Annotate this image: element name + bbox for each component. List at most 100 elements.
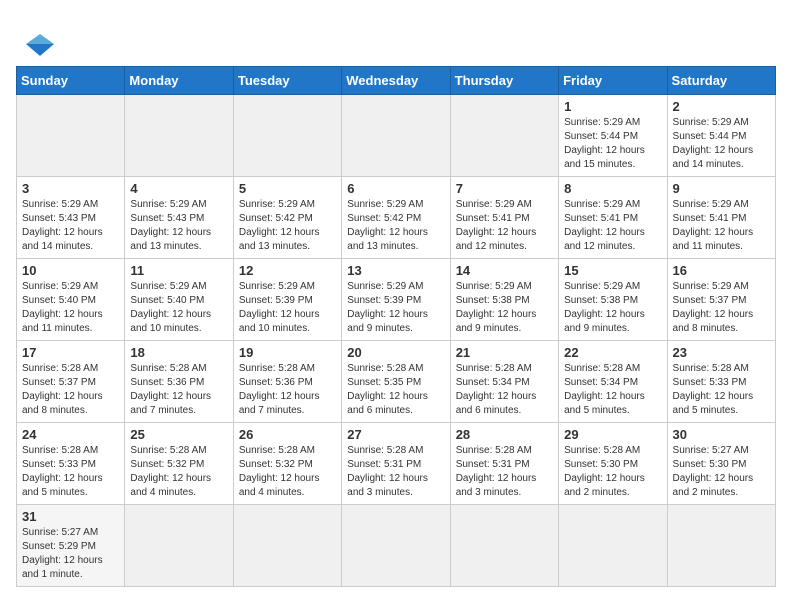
day-number: 9 bbox=[673, 181, 770, 196]
day-info: Sunrise: 5:29 AM Sunset: 5:41 PM Dayligh… bbox=[564, 198, 661, 254]
calendar-cell: 30 Sunrise: 5:27 AM Sunset: 5:30 PM Dayli… bbox=[667, 423, 775, 505]
calendar-day-header: Monday bbox=[125, 67, 233, 95]
day-number: 29 bbox=[564, 427, 661, 442]
page-header bbox=[16, 16, 776, 56]
day-number: 6 bbox=[347, 181, 444, 196]
day-info: Sunrise: 5:28 AM Sunset: 5:33 PM Dayligh… bbox=[22, 444, 119, 500]
calendar-cell: 22 Sunrise: 5:28 AM Sunset: 5:34 PM Dayli… bbox=[559, 341, 667, 423]
calendar-cell: 16 Sunrise: 5:29 AM Sunset: 5:37 PM Dayli… bbox=[667, 259, 775, 341]
calendar-cell: 28Sunrise: 5:28 AM Sunset: 5:31 PM Dayli… bbox=[450, 423, 558, 505]
calendar-week-row: 1 Sunrise: 5:29 AM Sunset: 5:44 PM Daylig… bbox=[17, 95, 776, 177]
calendar-cell: 23Sunrise: 5:28 AM Sunset: 5:33 PM Dayli… bbox=[667, 341, 775, 423]
day-number: 17 bbox=[22, 345, 119, 360]
calendar-day-header: Tuesday bbox=[233, 67, 341, 95]
calendar-day-header: Friday bbox=[559, 67, 667, 95]
day-info: Sunrise: 5:28 AM Sunset: 5:34 PM Dayligh… bbox=[564, 362, 661, 418]
calendar-cell: 4 Sunrise: 5:29 AM Sunset: 5:43 PM Daylig… bbox=[125, 177, 233, 259]
day-info: Sunrise: 5:29 AM Sunset: 5:44 PM Dayligh… bbox=[673, 116, 770, 172]
calendar-cell: 9 Sunrise: 5:29 AM Sunset: 5:41 PM Daylig… bbox=[667, 177, 775, 259]
calendar-week-row: 31 Sunrise: 5:27 AM Sunset: 5:29 PM Dayli… bbox=[17, 505, 776, 587]
calendar-cell: 24 Sunrise: 5:28 AM Sunset: 5:33 PM Dayli… bbox=[17, 423, 125, 505]
day-info: Sunrise: 5:29 AM Sunset: 5:37 PM Dayligh… bbox=[673, 280, 770, 336]
day-number: 20 bbox=[347, 345, 444, 360]
calendar-cell: 17 Sunrise: 5:28 AM Sunset: 5:37 PM Dayli… bbox=[17, 341, 125, 423]
day-info: Sunrise: 5:29 AM Sunset: 5:40 PM Dayligh… bbox=[130, 280, 227, 336]
day-info: Sunrise: 5:28 AM Sunset: 5:30 PM Dayligh… bbox=[564, 444, 661, 500]
calendar-cell: 2Sunrise: 5:29 AM Sunset: 5:44 PM Daylig… bbox=[667, 95, 775, 177]
day-number: 5 bbox=[239, 181, 336, 196]
calendar-week-row: 3 Sunrise: 5:29 AM Sunset: 5:43 PM Daylig… bbox=[17, 177, 776, 259]
calendar-cell: 13Sunrise: 5:29 AM Sunset: 5:39 PM Dayli… bbox=[342, 259, 450, 341]
day-number: 19 bbox=[239, 345, 336, 360]
day-number: 4 bbox=[130, 181, 227, 196]
calendar-cell: 5 Sunrise: 5:29 AM Sunset: 5:42 PM Daylig… bbox=[233, 177, 341, 259]
calendar-cell: 20 Sunrise: 5:28 AM Sunset: 5:35 PM Dayli… bbox=[342, 341, 450, 423]
day-info: Sunrise: 5:28 AM Sunset: 5:35 PM Dayligh… bbox=[347, 362, 444, 418]
day-info: Sunrise: 5:29 AM Sunset: 5:43 PM Dayligh… bbox=[130, 198, 227, 254]
day-number: 30 bbox=[673, 427, 770, 442]
calendar-body: 1 Sunrise: 5:29 AM Sunset: 5:44 PM Daylig… bbox=[17, 95, 776, 587]
calendar-cell bbox=[17, 95, 125, 177]
calendar-week-row: 10Sunrise: 5:29 AM Sunset: 5:40 PM Dayli… bbox=[17, 259, 776, 341]
day-number: 24 bbox=[22, 427, 119, 442]
calendar-week-row: 24 Sunrise: 5:28 AM Sunset: 5:33 PM Dayli… bbox=[17, 423, 776, 505]
day-info: Sunrise: 5:28 AM Sunset: 5:32 PM Dayligh… bbox=[130, 444, 227, 500]
calendar-cell: 27Sunrise: 5:28 AM Sunset: 5:31 PM Dayli… bbox=[342, 423, 450, 505]
calendar-cell: 8 Sunrise: 5:29 AM Sunset: 5:41 PM Daylig… bbox=[559, 177, 667, 259]
day-info: Sunrise: 5:28 AM Sunset: 5:36 PM Dayligh… bbox=[130, 362, 227, 418]
calendar-cell: 18Sunrise: 5:28 AM Sunset: 5:36 PM Dayli… bbox=[125, 341, 233, 423]
day-info: Sunrise: 5:27 AM Sunset: 5:29 PM Dayligh… bbox=[22, 526, 119, 582]
calendar-cell bbox=[450, 505, 558, 587]
day-info: Sunrise: 5:29 AM Sunset: 5:42 PM Dayligh… bbox=[239, 198, 336, 254]
day-number: 7 bbox=[456, 181, 553, 196]
day-number: 15 bbox=[564, 263, 661, 278]
day-info: Sunrise: 5:29 AM Sunset: 5:44 PM Dayligh… bbox=[564, 116, 661, 172]
calendar-cell: 26Sunrise: 5:28 AM Sunset: 5:32 PM Dayli… bbox=[233, 423, 341, 505]
day-info: Sunrise: 5:28 AM Sunset: 5:37 PM Dayligh… bbox=[22, 362, 119, 418]
day-number: 11 bbox=[130, 263, 227, 278]
day-number: 3 bbox=[22, 181, 119, 196]
day-info: Sunrise: 5:28 AM Sunset: 5:34 PM Dayligh… bbox=[456, 362, 553, 418]
day-number: 14 bbox=[456, 263, 553, 278]
day-number: 12 bbox=[239, 263, 336, 278]
logo bbox=[16, 16, 74, 56]
calendar-cell: 3 Sunrise: 5:29 AM Sunset: 5:43 PM Daylig… bbox=[17, 177, 125, 259]
day-info: Sunrise: 5:29 AM Sunset: 5:41 PM Dayligh… bbox=[673, 198, 770, 254]
calendar-day-header: Thursday bbox=[450, 67, 558, 95]
day-info: Sunrise: 5:29 AM Sunset: 5:40 PM Dayligh… bbox=[22, 280, 119, 336]
calendar-cell bbox=[450, 95, 558, 177]
calendar-cell: 19Sunrise: 5:28 AM Sunset: 5:36 PM Dayli… bbox=[233, 341, 341, 423]
day-number: 22 bbox=[564, 345, 661, 360]
day-number: 16 bbox=[673, 263, 770, 278]
calendar-cell bbox=[125, 505, 233, 587]
calendar-week-row: 17 Sunrise: 5:28 AM Sunset: 5:37 PM Dayli… bbox=[17, 341, 776, 423]
day-info: Sunrise: 5:29 AM Sunset: 5:42 PM Dayligh… bbox=[347, 198, 444, 254]
day-number: 25 bbox=[130, 427, 227, 442]
day-info: Sunrise: 5:28 AM Sunset: 5:31 PM Dayligh… bbox=[347, 444, 444, 500]
calendar-cell: 6 Sunrise: 5:29 AM Sunset: 5:42 PM Daylig… bbox=[342, 177, 450, 259]
calendar-cell: 11 Sunrise: 5:29 AM Sunset: 5:40 PM Dayli… bbox=[125, 259, 233, 341]
calendar-cell: 1 Sunrise: 5:29 AM Sunset: 5:44 PM Daylig… bbox=[559, 95, 667, 177]
day-info: Sunrise: 5:27 AM Sunset: 5:30 PM Dayligh… bbox=[673, 444, 770, 500]
day-info: Sunrise: 5:29 AM Sunset: 5:39 PM Dayligh… bbox=[239, 280, 336, 336]
calendar-day-header: Saturday bbox=[667, 67, 775, 95]
day-number: 31 bbox=[22, 509, 119, 524]
day-number: 13 bbox=[347, 263, 444, 278]
day-number: 21 bbox=[456, 345, 553, 360]
day-info: Sunrise: 5:29 AM Sunset: 5:43 PM Dayligh… bbox=[22, 198, 119, 254]
calendar-cell: 21 Sunrise: 5:28 AM Sunset: 5:34 PM Dayli… bbox=[450, 341, 558, 423]
calendar-cell: 12 Sunrise: 5:29 AM Sunset: 5:39 PM Dayli… bbox=[233, 259, 341, 341]
calendar-day-header: Wednesday bbox=[342, 67, 450, 95]
day-info: Sunrise: 5:29 AM Sunset: 5:38 PM Dayligh… bbox=[564, 280, 661, 336]
calendar-cell: 29 Sunrise: 5:28 AM Sunset: 5:30 PM Dayli… bbox=[559, 423, 667, 505]
calendar-header: SundayMondayTuesdayWednesdayThursdayFrid… bbox=[17, 67, 776, 95]
calendar-cell: 25 Sunrise: 5:28 AM Sunset: 5:32 PM Dayli… bbox=[125, 423, 233, 505]
day-info: Sunrise: 5:29 AM Sunset: 5:38 PM Dayligh… bbox=[456, 280, 553, 336]
calendar-cell: 7Sunrise: 5:29 AM Sunset: 5:41 PM Daylig… bbox=[450, 177, 558, 259]
calendar-cell: 31 Sunrise: 5:27 AM Sunset: 5:29 PM Dayli… bbox=[17, 505, 125, 587]
day-info: Sunrise: 5:28 AM Sunset: 5:32 PM Dayligh… bbox=[239, 444, 336, 500]
day-number: 1 bbox=[564, 99, 661, 114]
calendar-cell bbox=[233, 505, 341, 587]
day-number: 8 bbox=[564, 181, 661, 196]
calendar-day-header: Sunday bbox=[17, 67, 125, 95]
